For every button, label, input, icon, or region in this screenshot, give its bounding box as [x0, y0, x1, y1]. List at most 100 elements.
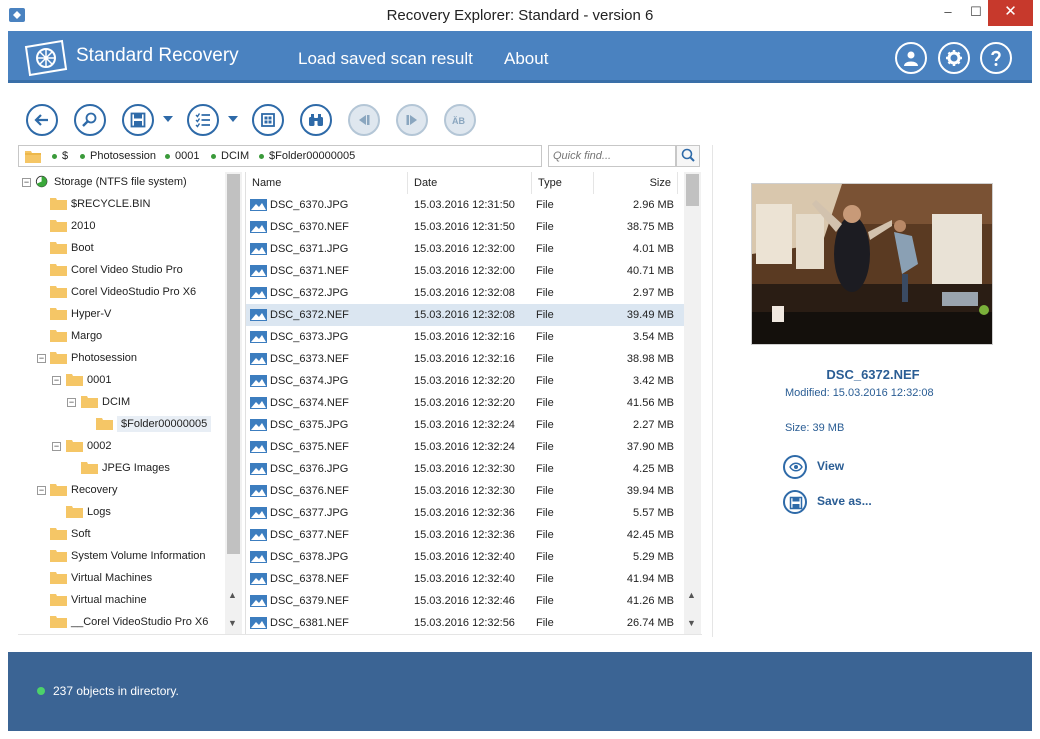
collapse-toggle[interactable]: −	[67, 398, 76, 407]
back-button[interactable]	[26, 104, 58, 136]
table-row[interactable]: DSC_6370.NEF 15.03.2016 12:31:50 File 38.75…	[246, 216, 684, 238]
collapse-toggle[interactable]: −	[52, 376, 61, 385]
column-header-name[interactable]: Name	[246, 172, 408, 194]
table-row[interactable]: DSC_6377.NEF 15.03.2016 12:32:36 File 42.45…	[246, 524, 684, 546]
list-scroll-thumb[interactable]	[686, 174, 699, 206]
save-toolbar-button[interactable]	[122, 104, 154, 136]
minimize-button[interactable]: –	[933, 0, 963, 26]
tree-item[interactable]: Corel Video Studio Pro	[50, 260, 183, 280]
table-row[interactable]: DSC_6375.JPG 15.03.2016 12:32:24 File 2.27 …	[246, 414, 684, 436]
cell-name: DSC_6377.JPG	[270, 507, 349, 519]
tree-root[interactable]: Storage (NTFS file system)	[35, 172, 187, 192]
quick-find-button[interactable]	[676, 145, 700, 167]
table-row[interactable]: DSC_6374.JPG 15.03.2016 12:32:20 File 3.42 …	[246, 370, 684, 392]
zoom-button[interactable]	[74, 104, 106, 136]
tree-item[interactable]: Photosession	[50, 348, 137, 368]
table-row[interactable]: DSC_6372.JPG 15.03.2016 12:32:08 File 2.97 …	[246, 282, 684, 304]
tree-item[interactable]: System Volume Information	[50, 546, 206, 566]
next-button[interactable]	[396, 104, 428, 136]
table-row[interactable]: DSC_6373.NEF 15.03.2016 12:32:16 File 38.98…	[246, 348, 684, 370]
collapse-toggle[interactable]: −	[22, 178, 31, 187]
view-button[interactable]: View	[783, 455, 883, 479]
tree-item[interactable]: Virtual Machines	[50, 568, 152, 588]
table-row[interactable]: DSC_6370.JPG 15.03.2016 12:31:50 File 2.96 …	[246, 194, 684, 216]
tree-item[interactable]: 0002	[66, 436, 111, 456]
breadcrumb-item[interactable]: DCIM	[211, 150, 249, 162]
collapse-toggle[interactable]: −	[37, 354, 46, 363]
tree-item[interactable]: Hyper-V	[50, 304, 111, 324]
breadcrumb-item[interactable]: $	[52, 150, 68, 162]
brand-name: Standard Recovery	[76, 45, 239, 66]
help-icon	[991, 50, 1001, 66]
tree-item[interactable]: Virtual machine	[50, 590, 147, 610]
checklist-button[interactable]	[187, 104, 219, 136]
column-header-date[interactable]: Date	[408, 172, 532, 194]
image-file-icon	[250, 463, 267, 475]
find-button[interactable]	[300, 104, 332, 136]
tree-item[interactable]: Margo	[50, 326, 102, 346]
tree-item[interactable]: Logs	[66, 502, 111, 522]
tree-item[interactable]: DCIM	[81, 392, 130, 412]
save-icon	[130, 112, 146, 128]
table-row[interactable]: DSC_6378.NEF 15.03.2016 12:32:40 File 41.94…	[246, 568, 684, 590]
cell-date: 15.03.2016 12:32:16	[414, 331, 515, 343]
cell-type: File	[536, 507, 554, 519]
cell-name: DSC_6378.NEF	[270, 573, 349, 585]
maximize-button[interactable]: ☐	[961, 0, 991, 26]
breadcrumb-item[interactable]: $Folder00000005	[259, 150, 355, 162]
storage-icon	[35, 175, 48, 187]
tree-item[interactable]: 0001	[66, 370, 111, 390]
tree-item[interactable]: Corel VideoStudio Pro X6	[50, 282, 196, 302]
tree-item[interactable]: Recovery	[50, 480, 117, 500]
quick-find-input[interactable]	[548, 145, 676, 167]
tree-item[interactable]: 2010	[50, 216, 95, 236]
scroll-down-icon[interactable]: ▼	[228, 618, 237, 628]
tree-item[interactable]: $RECYCLE.BIN	[50, 194, 150, 214]
table-row[interactable]: DSC_6374.NEF 15.03.2016 12:32:20 File 41.56…	[246, 392, 684, 414]
breadcrumb-item[interactable]: Photosession	[80, 150, 156, 162]
about-link[interactable]: About	[504, 49, 548, 69]
collapse-toggle[interactable]: −	[37, 486, 46, 495]
prev-button[interactable]	[348, 104, 380, 136]
table-row[interactable]: DSC_6377.JPG 15.03.2016 12:32:36 File 5.57 …	[246, 502, 684, 524]
scroll-up-icon[interactable]: ▲	[228, 590, 237, 600]
save-as-icon-circle	[783, 490, 807, 514]
column-header-size[interactable]: Size	[594, 172, 678, 194]
table-row[interactable]: DSC_6379.NEF 15.03.2016 12:32:46 File 41.26…	[246, 590, 684, 612]
column-header-type[interactable]: Type	[532, 172, 594, 194]
table-row[interactable]: DSC_6371.NEF 15.03.2016 12:32:00 File 40.71…	[246, 260, 684, 282]
table-row[interactable]: DSC_6371.JPG 15.03.2016 12:32:00 File 4.01 …	[246, 238, 684, 260]
table-row[interactable]: DSC_6381.NEF 15.03.2016 12:32:56 File 26.74…	[246, 612, 684, 634]
close-button[interactable]: ✕	[988, 0, 1033, 26]
table-row[interactable]: DSC_6376.JPG 15.03.2016 12:32:30 File 4.25 …	[246, 458, 684, 480]
match-case-button[interactable]: ÄB	[444, 104, 476, 136]
tree-item[interactable]: JPEG Images	[81, 458, 170, 478]
save-as-button[interactable]: Save as...	[783, 490, 883, 514]
user-button[interactable]	[895, 42, 927, 74]
save-dropdown-arrow[interactable]	[163, 116, 173, 122]
table-row[interactable]: DSC_6373.JPG 15.03.2016 12:32:16 File 3.54 …	[246, 326, 684, 348]
help-button[interactable]	[980, 42, 1012, 74]
tree-scroll-thumb[interactable]	[227, 174, 240, 554]
preview-size: Size: 39 MB	[785, 422, 845, 434]
collapse-toggle[interactable]: −	[52, 442, 61, 451]
tree-item[interactable]: __Corel VideoStudio Pro X6	[50, 612, 208, 632]
tree-scrollbar[interactable]: ▲ ▼	[225, 172, 242, 634]
tile-view-button[interactable]	[252, 104, 284, 136]
checklist-dropdown-arrow[interactable]	[228, 116, 238, 122]
tree-item[interactable]: Soft	[50, 524, 91, 544]
cell-name: DSC_6376.JPG	[270, 463, 349, 475]
list-scrollbar[interactable]: ▲ ▼	[684, 172, 701, 634]
tree-item[interactable]: Boot	[50, 238, 94, 258]
breadcrumb-item[interactable]: 0001	[165, 150, 199, 162]
tree-item-selected[interactable]: $Folder00000005	[96, 414, 212, 434]
scroll-up-icon[interactable]: ▲	[687, 590, 696, 600]
load-scan-link[interactable]: Load saved scan result	[298, 49, 473, 69]
folder-icon	[66, 373, 83, 386]
settings-button[interactable]	[938, 42, 970, 74]
table-row[interactable]: DSC_6376.NEF 15.03.2016 12:32:30 File 39.94…	[246, 480, 684, 502]
table-row[interactable]: DSC_6375.NEF 15.03.2016 12:32:24 File 37.90…	[246, 436, 684, 458]
table-row[interactable]: DSC_6378.JPG 15.03.2016 12:32:40 File 5.29 …	[246, 546, 684, 568]
scroll-down-icon[interactable]: ▼	[687, 618, 696, 628]
table-row[interactable]: DSC_6372.NEF 15.03.2016 12:32:08 File 39.49…	[246, 304, 684, 326]
